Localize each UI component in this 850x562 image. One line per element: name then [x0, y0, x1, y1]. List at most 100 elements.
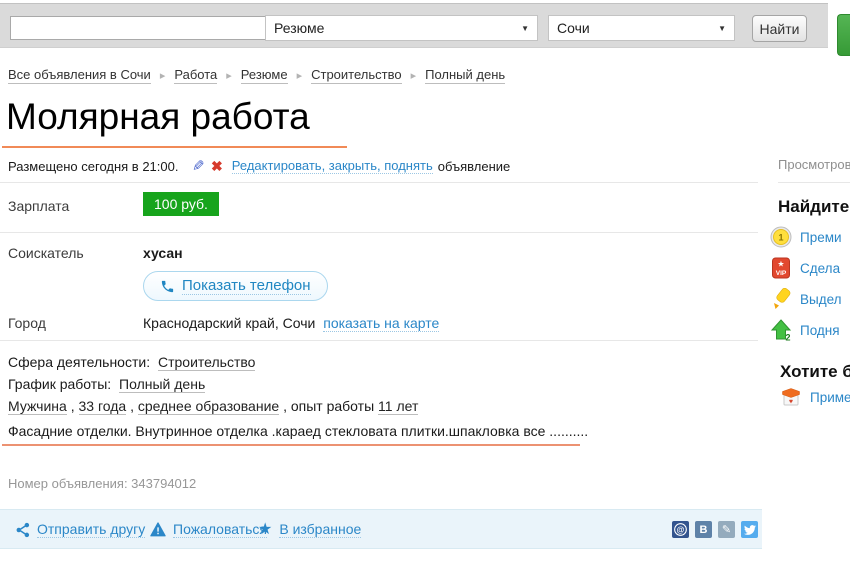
sphere-label: Сфера деятельности:	[8, 354, 150, 370]
breadcrumb-arrow-icon: ▸	[297, 69, 303, 82]
ad-number: Номер объявления: 343794012	[8, 476, 196, 491]
divider	[0, 232, 758, 233]
title-underline	[2, 146, 347, 148]
star-icon: ★	[258, 522, 272, 538]
separator: ,	[283, 398, 291, 414]
ad-params: Сфера деятельности: Строительство График…	[8, 351, 418, 417]
promo-item-raise-link[interactable]: Подня	[800, 323, 840, 338]
experience-label: опыт работы	[291, 398, 374, 414]
twitter-bird-glyph	[744, 524, 756, 536]
warning-triangle-icon	[150, 522, 166, 537]
promo-heading: Найдите	[778, 197, 849, 217]
ad-page: Резюме ▼ Сочи ▼ Найти Все объявления в С…	[0, 0, 850, 562]
breadcrumb: Все объявления в Сочи ▸ Работа ▸ Резюме …	[8, 67, 505, 84]
breadcrumb-arrow-icon: ▸	[411, 69, 417, 82]
breadcrumb-item-construction[interactable]: Строительство	[311, 67, 401, 84]
sphere-link[interactable]: Строительство	[158, 354, 255, 371]
livejournal-icon[interactable]: ✎	[718, 521, 735, 538]
svg-text:@: @	[677, 525, 685, 534]
city-select-value: Сочи	[557, 20, 590, 36]
manage-suffix-text: объявление	[438, 159, 511, 174]
breadcrumb-arrow-icon: ▸	[226, 69, 232, 82]
salary-label: Зарплата	[8, 198, 69, 214]
mailru-at-glyph: @	[673, 522, 688, 537]
edit-pencil-icon[interactable]: ✎	[192, 157, 205, 175]
separator: ,	[130, 398, 138, 414]
city-label: Город	[8, 315, 46, 331]
gift-box-icon: ♥	[780, 386, 802, 408]
age-link[interactable]: 33 года	[79, 398, 127, 415]
twitter-icon[interactable]	[741, 521, 758, 538]
promo-item-premium[interactable]: 1 Преми	[770, 226, 842, 248]
chevron-down-icon: ▼	[521, 24, 529, 33]
promo-item-vip-link[interactable]: Сдела	[800, 261, 840, 276]
experience-link[interactable]: 11 лет	[378, 398, 418, 415]
apply-package-item[interactable]: ♥ Приме	[780, 386, 850, 408]
schedule-row: График работы: Полный день	[8, 373, 418, 395]
breadcrumb-item-all-ads[interactable]: Все объявления в Сочи	[8, 67, 151, 84]
schedule-label: График работы:	[8, 376, 111, 392]
close-x-icon[interactable]: ✖	[211, 158, 223, 175]
education-link[interactable]: среднее образование	[138, 398, 279, 415]
posted-row: Размещено сегодня в 21:00. ✎ ✖ Редактиро…	[8, 157, 510, 175]
show-on-map-link[interactable]: показать на карте	[323, 315, 439, 332]
divider	[0, 182, 758, 183]
show-phone-button[interactable]: Показать телефон	[143, 271, 328, 301]
category-select-value: Резюме	[274, 20, 324, 36]
report-ad[interactable]: Пожаловаться	[150, 521, 267, 538]
chevron-down-icon: ▼	[718, 24, 726, 33]
breadcrumb-item-work[interactable]: Работа	[174, 67, 217, 84]
svg-text:★: ★	[777, 260, 784, 269]
divider	[778, 182, 850, 183]
applicant-label: Соискатель	[8, 245, 84, 261]
breadcrumb-item-resume[interactable]: Резюме	[241, 67, 288, 84]
svg-text:1: 1	[778, 233, 783, 243]
apply-package-link[interactable]: Приме	[810, 390, 850, 405]
phone-icon	[160, 279, 175, 294]
search-input[interactable]	[10, 16, 266, 40]
promo-item-premium-link[interactable]: Преми	[800, 230, 842, 245]
person-row: Мужчина , 33 года , среднее образование …	[8, 395, 418, 417]
svg-text:VIP: VIP	[776, 270, 787, 277]
sell-faster-heading: Хотите б	[780, 362, 850, 382]
find-button[interactable]: Найти	[752, 15, 807, 42]
promo-item-highlight-link[interactable]: Выдел	[800, 292, 842, 307]
raise-arrow-icon: 2	[770, 319, 792, 341]
actions-bar: Отправить другу Пожаловаться ★ В избранн…	[0, 509, 762, 549]
gender-link[interactable]: Мужчина	[8, 398, 67, 415]
ad-description: Фасадние отделки. Внутринное отделка .ка…	[8, 423, 588, 439]
highlighter-icon	[770, 288, 792, 310]
city-select[interactable]: Сочи ▼	[548, 15, 735, 41]
send-to-friend[interactable]: Отправить другу	[16, 521, 145, 538]
breadcrumb-arrow-icon: ▸	[160, 69, 166, 82]
breadcrumb-item-fullday[interactable]: Полный день	[425, 67, 505, 84]
city-value: Краснодарский край, Сочи показать на кар…	[143, 315, 439, 331]
vip-badge-icon: ★ VIP	[770, 257, 792, 279]
favorites-link[interactable]: В избранное	[279, 521, 361, 538]
page-title: Молярная работа	[6, 96, 310, 138]
lj-pencil-glyph: ✎	[722, 523, 731, 536]
svg-text:♥: ♥	[789, 399, 793, 406]
schedule-link[interactable]: Полный день	[119, 376, 205, 393]
promo-item-vip[interactable]: ★ VIP Сдела	[770, 257, 840, 279]
promo-item-highlight[interactable]: Выдел	[770, 288, 842, 310]
show-phone-label: Показать телефон	[182, 277, 311, 295]
vk-icon[interactable]: B	[695, 521, 712, 538]
views-counter: Просмотров:	[778, 157, 850, 172]
send-to-friend-link[interactable]: Отправить другу	[37, 521, 145, 538]
share-icon	[16, 522, 30, 538]
search-bar: Резюме ▼ Сочи ▼ Найти	[0, 3, 828, 48]
city-value-text: Краснодарский край, Сочи	[143, 315, 315, 331]
mailru-icon[interactable]: @	[672, 521, 689, 538]
separator: ,	[71, 398, 79, 414]
report-ad-link[interactable]: Пожаловаться	[173, 521, 267, 538]
add-to-favorites[interactable]: ★ В избранное	[258, 521, 361, 538]
svg-text:2: 2	[786, 333, 791, 342]
promo-item-raise[interactable]: 2 Подня	[770, 319, 840, 341]
premium-coin-icon: 1	[770, 226, 792, 248]
manage-ad-links[interactable]: Редактировать, закрыть, поднять	[232, 158, 433, 174]
description-underline	[2, 444, 580, 446]
divider	[0, 340, 758, 341]
category-select[interactable]: Резюме ▼	[265, 15, 538, 41]
post-ad-button[interactable]	[837, 14, 850, 56]
